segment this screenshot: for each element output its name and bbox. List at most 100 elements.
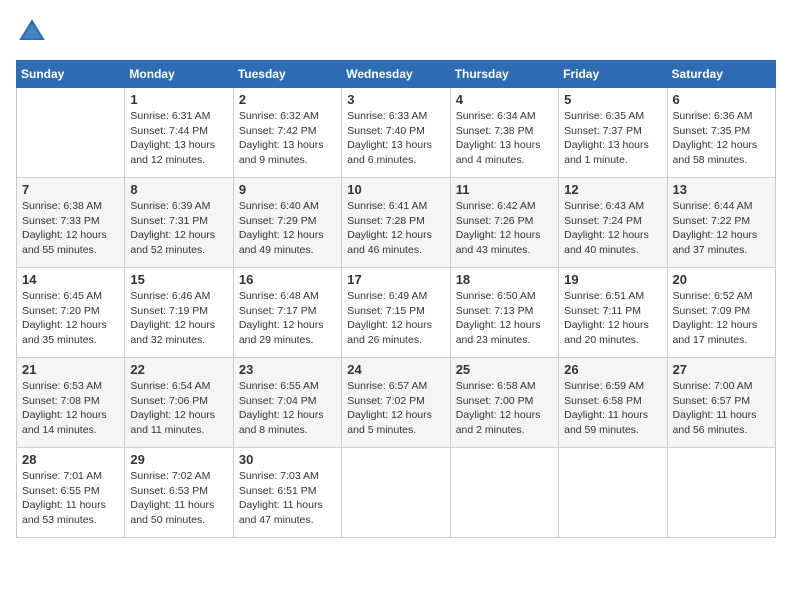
day-number: 9 [239, 182, 336, 197]
day-info: Sunrise: 7:01 AMSunset: 6:55 PMDaylight:… [22, 469, 119, 528]
day-number: 4 [456, 92, 553, 107]
calendar-week-3: 14 Sunrise: 6:45 AMSunset: 7:20 PMDaylig… [17, 268, 776, 358]
weekday-row: SundayMondayTuesdayWednesdayThursdayFrid… [17, 61, 776, 88]
day-info: Sunrise: 6:55 AMSunset: 7:04 PMDaylight:… [239, 379, 336, 438]
calendar-cell: 1 Sunrise: 6:31 AMSunset: 7:44 PMDayligh… [125, 88, 233, 178]
day-number: 3 [347, 92, 444, 107]
day-number: 15 [130, 272, 227, 287]
calendar-cell: 2 Sunrise: 6:32 AMSunset: 7:42 PMDayligh… [233, 88, 341, 178]
day-number: 20 [673, 272, 770, 287]
day-number: 5 [564, 92, 661, 107]
calendar-cell [342, 448, 450, 538]
day-number: 28 [22, 452, 119, 467]
calendar-cell: 5 Sunrise: 6:35 AMSunset: 7:37 PMDayligh… [559, 88, 667, 178]
day-info: Sunrise: 6:44 AMSunset: 7:22 PMDaylight:… [673, 199, 770, 258]
weekday-header-friday: Friday [559, 61, 667, 88]
day-info: Sunrise: 6:34 AMSunset: 7:38 PMDaylight:… [456, 109, 553, 168]
calendar-cell: 27 Sunrise: 7:00 AMSunset: 6:57 PMDaylig… [667, 358, 775, 448]
calendar-cell: 3 Sunrise: 6:33 AMSunset: 7:40 PMDayligh… [342, 88, 450, 178]
day-info: Sunrise: 7:03 AMSunset: 6:51 PMDaylight:… [239, 469, 336, 528]
calendar-cell: 19 Sunrise: 6:51 AMSunset: 7:11 PMDaylig… [559, 268, 667, 358]
day-info: Sunrise: 6:49 AMSunset: 7:15 PMDaylight:… [347, 289, 444, 348]
day-number: 18 [456, 272, 553, 287]
day-number: 13 [673, 182, 770, 197]
day-info: Sunrise: 6:52 AMSunset: 7:09 PMDaylight:… [673, 289, 770, 348]
day-number: 10 [347, 182, 444, 197]
calendar-cell: 28 Sunrise: 7:01 AMSunset: 6:55 PMDaylig… [17, 448, 125, 538]
day-info: Sunrise: 6:36 AMSunset: 7:35 PMDaylight:… [673, 109, 770, 168]
calendar-cell: 26 Sunrise: 6:59 AMSunset: 6:58 PMDaylig… [559, 358, 667, 448]
calendar-week-5: 28 Sunrise: 7:01 AMSunset: 6:55 PMDaylig… [17, 448, 776, 538]
day-info: Sunrise: 6:32 AMSunset: 7:42 PMDaylight:… [239, 109, 336, 168]
day-number: 6 [673, 92, 770, 107]
calendar-cell: 23 Sunrise: 6:55 AMSunset: 7:04 PMDaylig… [233, 358, 341, 448]
day-info: Sunrise: 6:57 AMSunset: 7:02 PMDaylight:… [347, 379, 444, 438]
calendar-cell [667, 448, 775, 538]
day-info: Sunrise: 6:48 AMSunset: 7:17 PMDaylight:… [239, 289, 336, 348]
day-number: 17 [347, 272, 444, 287]
day-number: 11 [456, 182, 553, 197]
calendar-week-4: 21 Sunrise: 6:53 AMSunset: 7:08 PMDaylig… [17, 358, 776, 448]
day-number: 26 [564, 362, 661, 377]
day-number: 19 [564, 272, 661, 287]
weekday-header-wednesday: Wednesday [342, 61, 450, 88]
day-number: 1 [130, 92, 227, 107]
calendar-header: SundayMondayTuesdayWednesdayThursdayFrid… [17, 61, 776, 88]
day-number: 8 [130, 182, 227, 197]
day-info: Sunrise: 6:39 AMSunset: 7:31 PMDaylight:… [130, 199, 227, 258]
day-number: 29 [130, 452, 227, 467]
day-info: Sunrise: 7:02 AMSunset: 6:53 PMDaylight:… [130, 469, 227, 528]
calendar-cell: 12 Sunrise: 6:43 AMSunset: 7:24 PMDaylig… [559, 178, 667, 268]
calendar-cell: 24 Sunrise: 6:57 AMSunset: 7:02 PMDaylig… [342, 358, 450, 448]
calendar-cell: 16 Sunrise: 6:48 AMSunset: 7:17 PMDaylig… [233, 268, 341, 358]
day-number: 14 [22, 272, 119, 287]
day-info: Sunrise: 6:58 AMSunset: 7:00 PMDaylight:… [456, 379, 553, 438]
weekday-header-monday: Monday [125, 61, 233, 88]
day-info: Sunrise: 6:42 AMSunset: 7:26 PMDaylight:… [456, 199, 553, 258]
day-number: 24 [347, 362, 444, 377]
day-number: 25 [456, 362, 553, 377]
calendar-cell: 29 Sunrise: 7:02 AMSunset: 6:53 PMDaylig… [125, 448, 233, 538]
calendar-cell: 22 Sunrise: 6:54 AMSunset: 7:06 PMDaylig… [125, 358, 233, 448]
day-info: Sunrise: 6:35 AMSunset: 7:37 PMDaylight:… [564, 109, 661, 168]
calendar-cell: 7 Sunrise: 6:38 AMSunset: 7:33 PMDayligh… [17, 178, 125, 268]
day-info: Sunrise: 6:46 AMSunset: 7:19 PMDaylight:… [130, 289, 227, 348]
weekday-header-saturday: Saturday [667, 61, 775, 88]
day-info: Sunrise: 6:43 AMSunset: 7:24 PMDaylight:… [564, 199, 661, 258]
day-number: 30 [239, 452, 336, 467]
calendar-cell: 11 Sunrise: 6:42 AMSunset: 7:26 PMDaylig… [450, 178, 558, 268]
day-number: 2 [239, 92, 336, 107]
calendar-cell: 13 Sunrise: 6:44 AMSunset: 7:22 PMDaylig… [667, 178, 775, 268]
day-number: 22 [130, 362, 227, 377]
day-info: Sunrise: 6:59 AMSunset: 6:58 PMDaylight:… [564, 379, 661, 438]
calendar-cell: 14 Sunrise: 6:45 AMSunset: 7:20 PMDaylig… [17, 268, 125, 358]
day-number: 21 [22, 362, 119, 377]
calendar-cell [559, 448, 667, 538]
day-info: Sunrise: 6:41 AMSunset: 7:28 PMDaylight:… [347, 199, 444, 258]
day-number: 7 [22, 182, 119, 197]
calendar-cell: 18 Sunrise: 6:50 AMSunset: 7:13 PMDaylig… [450, 268, 558, 358]
day-info: Sunrise: 7:00 AMSunset: 6:57 PMDaylight:… [673, 379, 770, 438]
weekday-header-thursday: Thursday [450, 61, 558, 88]
day-info: Sunrise: 6:51 AMSunset: 7:11 PMDaylight:… [564, 289, 661, 348]
day-number: 23 [239, 362, 336, 377]
day-info: Sunrise: 6:31 AMSunset: 7:44 PMDaylight:… [130, 109, 227, 168]
calendar-cell: 25 Sunrise: 6:58 AMSunset: 7:00 PMDaylig… [450, 358, 558, 448]
calendar-cell: 9 Sunrise: 6:40 AMSunset: 7:29 PMDayligh… [233, 178, 341, 268]
calendar-cell [450, 448, 558, 538]
calendar-cell: 21 Sunrise: 6:53 AMSunset: 7:08 PMDaylig… [17, 358, 125, 448]
page-header [16, 16, 776, 48]
day-info: Sunrise: 6:54 AMSunset: 7:06 PMDaylight:… [130, 379, 227, 438]
calendar-cell [17, 88, 125, 178]
calendar-week-2: 7 Sunrise: 6:38 AMSunset: 7:33 PMDayligh… [17, 178, 776, 268]
day-number: 16 [239, 272, 336, 287]
day-info: Sunrise: 6:53 AMSunset: 7:08 PMDaylight:… [22, 379, 119, 438]
calendar-table: SundayMondayTuesdayWednesdayThursdayFrid… [16, 60, 776, 538]
calendar-cell: 15 Sunrise: 6:46 AMSunset: 7:19 PMDaylig… [125, 268, 233, 358]
calendar-cell: 6 Sunrise: 6:36 AMSunset: 7:35 PMDayligh… [667, 88, 775, 178]
day-info: Sunrise: 6:33 AMSunset: 7:40 PMDaylight:… [347, 109, 444, 168]
calendar-cell: 17 Sunrise: 6:49 AMSunset: 7:15 PMDaylig… [342, 268, 450, 358]
day-info: Sunrise: 6:45 AMSunset: 7:20 PMDaylight:… [22, 289, 119, 348]
day-info: Sunrise: 6:50 AMSunset: 7:13 PMDaylight:… [456, 289, 553, 348]
calendar-cell: 30 Sunrise: 7:03 AMSunset: 6:51 PMDaylig… [233, 448, 341, 538]
